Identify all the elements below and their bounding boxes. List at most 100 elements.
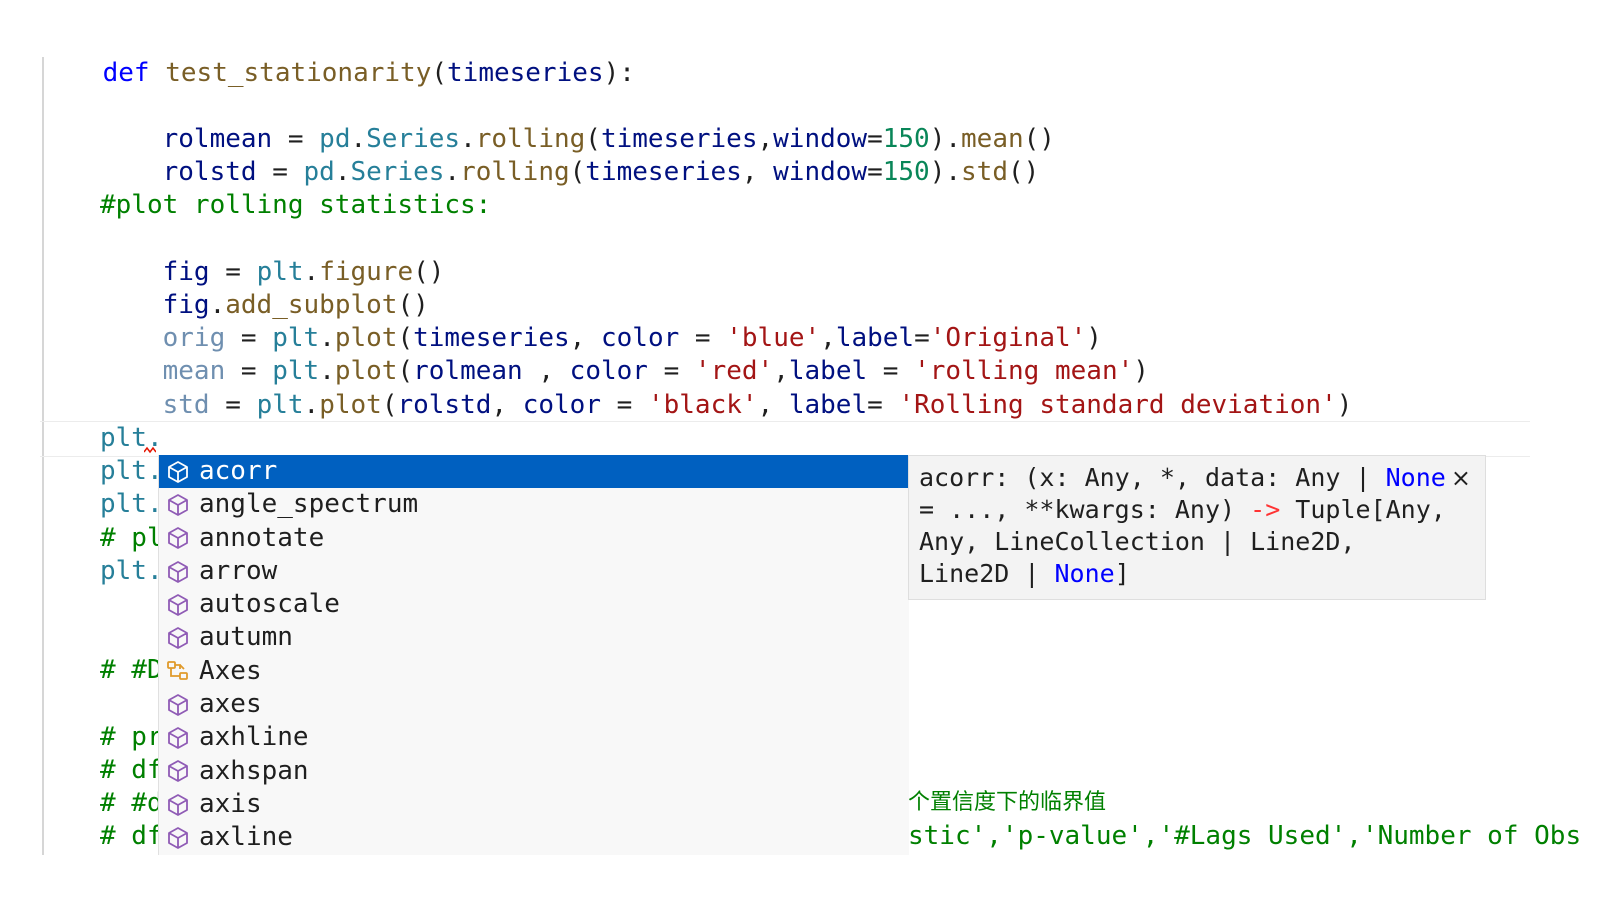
comma: ,	[741, 157, 774, 187]
number: 150	[882, 157, 930, 187]
keyword-def: def	[102, 58, 150, 88]
suggestion-item[interactable]: Axes	[159, 655, 909, 688]
code-line-add-subplot[interactable]: fig.add_subplot()	[100, 254, 429, 320]
signature-doc-panel: acorr: (x: Any, *, data: Any | None = ..…	[908, 455, 1486, 600]
code-line-fig[interactable]: fig = plt.figure()	[100, 221, 445, 287]
code-line-hidden[interactable]: # #D	[100, 653, 163, 687]
method-cube-icon	[165, 692, 191, 718]
code-line-hidden[interactable]: plt.	[100, 554, 163, 588]
code-line-hidden[interactable]: # #d	[100, 786, 163, 820]
paren: (	[431, 58, 448, 88]
code-line-hidden[interactable]: # pr	[100, 720, 163, 754]
arg: rolstd	[397, 390, 492, 420]
module: pd	[303, 157, 335, 187]
doc-text: Tuple[Any,	[1280, 495, 1446, 524]
comment-tail-chinese: 个置信度下的临界值	[908, 790, 1107, 815]
paren: ()	[1007, 157, 1040, 187]
doc-text: ]	[1114, 559, 1130, 588]
kwarg: color	[522, 390, 601, 420]
error-squiggle	[144, 446, 156, 454]
op: =	[256, 157, 304, 187]
code-line-hidden[interactable]: # df	[100, 753, 163, 787]
code-line-mean[interactable]: mean = plt.plot(rolmean , color = 'red',…	[100, 320, 1149, 386]
suggestion-item[interactable]: arrow	[159, 555, 909, 588]
paren: ):	[603, 58, 635, 88]
kwarg: window	[773, 157, 868, 187]
code-line-rolmean[interactable]: rolmean = pd.Series.rolling(timeseries,w…	[100, 88, 1055, 154]
code-line-hidden[interactable]: # df	[100, 819, 163, 853]
doc-line-4: Line2D | None]	[919, 558, 1475, 590]
doc-line-1: acorr: (x: Any, *, data: Any | None	[919, 462, 1475, 494]
string: 'black'	[647, 390, 758, 420]
paren: )	[1336, 390, 1353, 420]
suggestion-item[interactable]: acorr	[159, 455, 909, 489]
doc-line-3: Any, LineCollection | Line2D,	[919, 527, 1356, 556]
code-line-std[interactable]: std = plt.plot(rolstd, color = 'black', …	[100, 354, 1353, 420]
paren: (	[569, 157, 586, 187]
autocomplete-list[interactable]: acorr angle_spectrum annotate arrow autoscal…	[158, 455, 909, 855]
doc-text: Line2D |	[919, 559, 1055, 588]
method-cube-icon	[165, 825, 191, 851]
suggestion-label: autoscale	[199, 589, 340, 620]
doc-line-2: = ..., **kwargs: Any) -> Tuple[Any,	[919, 494, 1475, 526]
kwarg: label	[788, 390, 868, 420]
suggestion-item[interactable]: autoscale	[159, 588, 909, 621]
fn: plot	[319, 390, 382, 420]
var: std	[162, 390, 210, 420]
op: =	[209, 390, 257, 420]
code-line-orig[interactable]: orig = plt.plot(timeseries, color = 'blu…	[100, 287, 1102, 353]
dot: .	[303, 390, 320, 420]
code-line-hidden[interactable]: plt.	[100, 454, 163, 488]
code-tail: stic','p-value','#Lags Used','Number of …	[908, 821, 1582, 851]
code-line-hidden[interactable]: plt.	[100, 487, 163, 521]
op: =	[867, 157, 883, 187]
suggestion-label: autumn	[199, 622, 293, 653]
suggestion-item[interactable]: axhspan	[159, 755, 909, 788]
suggestion-label: axes	[199, 689, 262, 720]
doc-none-keyword: None	[1054, 559, 1115, 588]
current-line-highlight	[40, 421, 1530, 457]
suggestion-item[interactable]: axis	[159, 788, 909, 821]
method-cube-icon	[165, 525, 191, 551]
suggestion-label: axline	[199, 822, 293, 853]
suggestion-item[interactable]: angle_spectrum	[159, 488, 909, 521]
paren: (	[381, 390, 398, 420]
method-cube-icon	[165, 758, 191, 784]
paren: ).	[929, 157, 962, 187]
arg: timeseries	[585, 157, 742, 187]
dot: .	[444, 157, 461, 187]
suggestion-label: annotate	[199, 522, 325, 553]
code-line-rolstd[interactable]: rolstd = pd.Series.rolling(timeseries, w…	[100, 121, 1040, 187]
suggestion-label: axhspan	[199, 755, 309, 786]
suggestion-label: axhline	[199, 722, 309, 753]
code-line-def[interactable]: def test_stationarity(timeseries):	[40, 22, 635, 88]
suggestion-label: arrow	[199, 555, 278, 586]
suggestion-item[interactable]: annotate	[159, 522, 909, 555]
suggestion-label: acorr	[199, 456, 278, 486]
suggestion-label: angle_spectrum	[199, 489, 419, 520]
suggestion-item[interactable]: axline	[159, 821, 909, 854]
method-cube-icon	[165, 725, 191, 751]
method-cube-icon	[165, 559, 191, 585]
class: Series	[350, 157, 445, 187]
code-comment-plot[interactable]: #plot rolling statistics:	[100, 188, 491, 222]
op: =	[867, 390, 899, 420]
param-timeseries: timeseries	[447, 58, 604, 88]
fn: std	[961, 157, 1008, 187]
method-cube-icon	[165, 459, 191, 485]
class-icon	[165, 658, 191, 684]
method-cube-icon	[165, 492, 191, 518]
code-line-hidden[interactable]: # pl	[100, 521, 163, 555]
module: plt	[256, 390, 304, 420]
dot: .	[334, 157, 351, 187]
string: 'Rolling standard deviation'	[898, 390, 1337, 420]
doc-text: = ..., **kwargs: Any)	[919, 495, 1251, 524]
method-cube-icon	[165, 592, 191, 618]
fn: rolling	[460, 157, 570, 187]
suggestion-item[interactable]: axes	[159, 688, 909, 721]
close-icon[interactable]: ×	[1451, 462, 1471, 494]
suggestion-item[interactable]: autumn	[159, 621, 909, 654]
suggestion-item[interactable]: axhline	[159, 721, 909, 754]
doc-none-keyword: None	[1385, 463, 1446, 492]
code-editor[interactable]: def test_stationarity(timeseries): rolme…	[0, 0, 1600, 904]
